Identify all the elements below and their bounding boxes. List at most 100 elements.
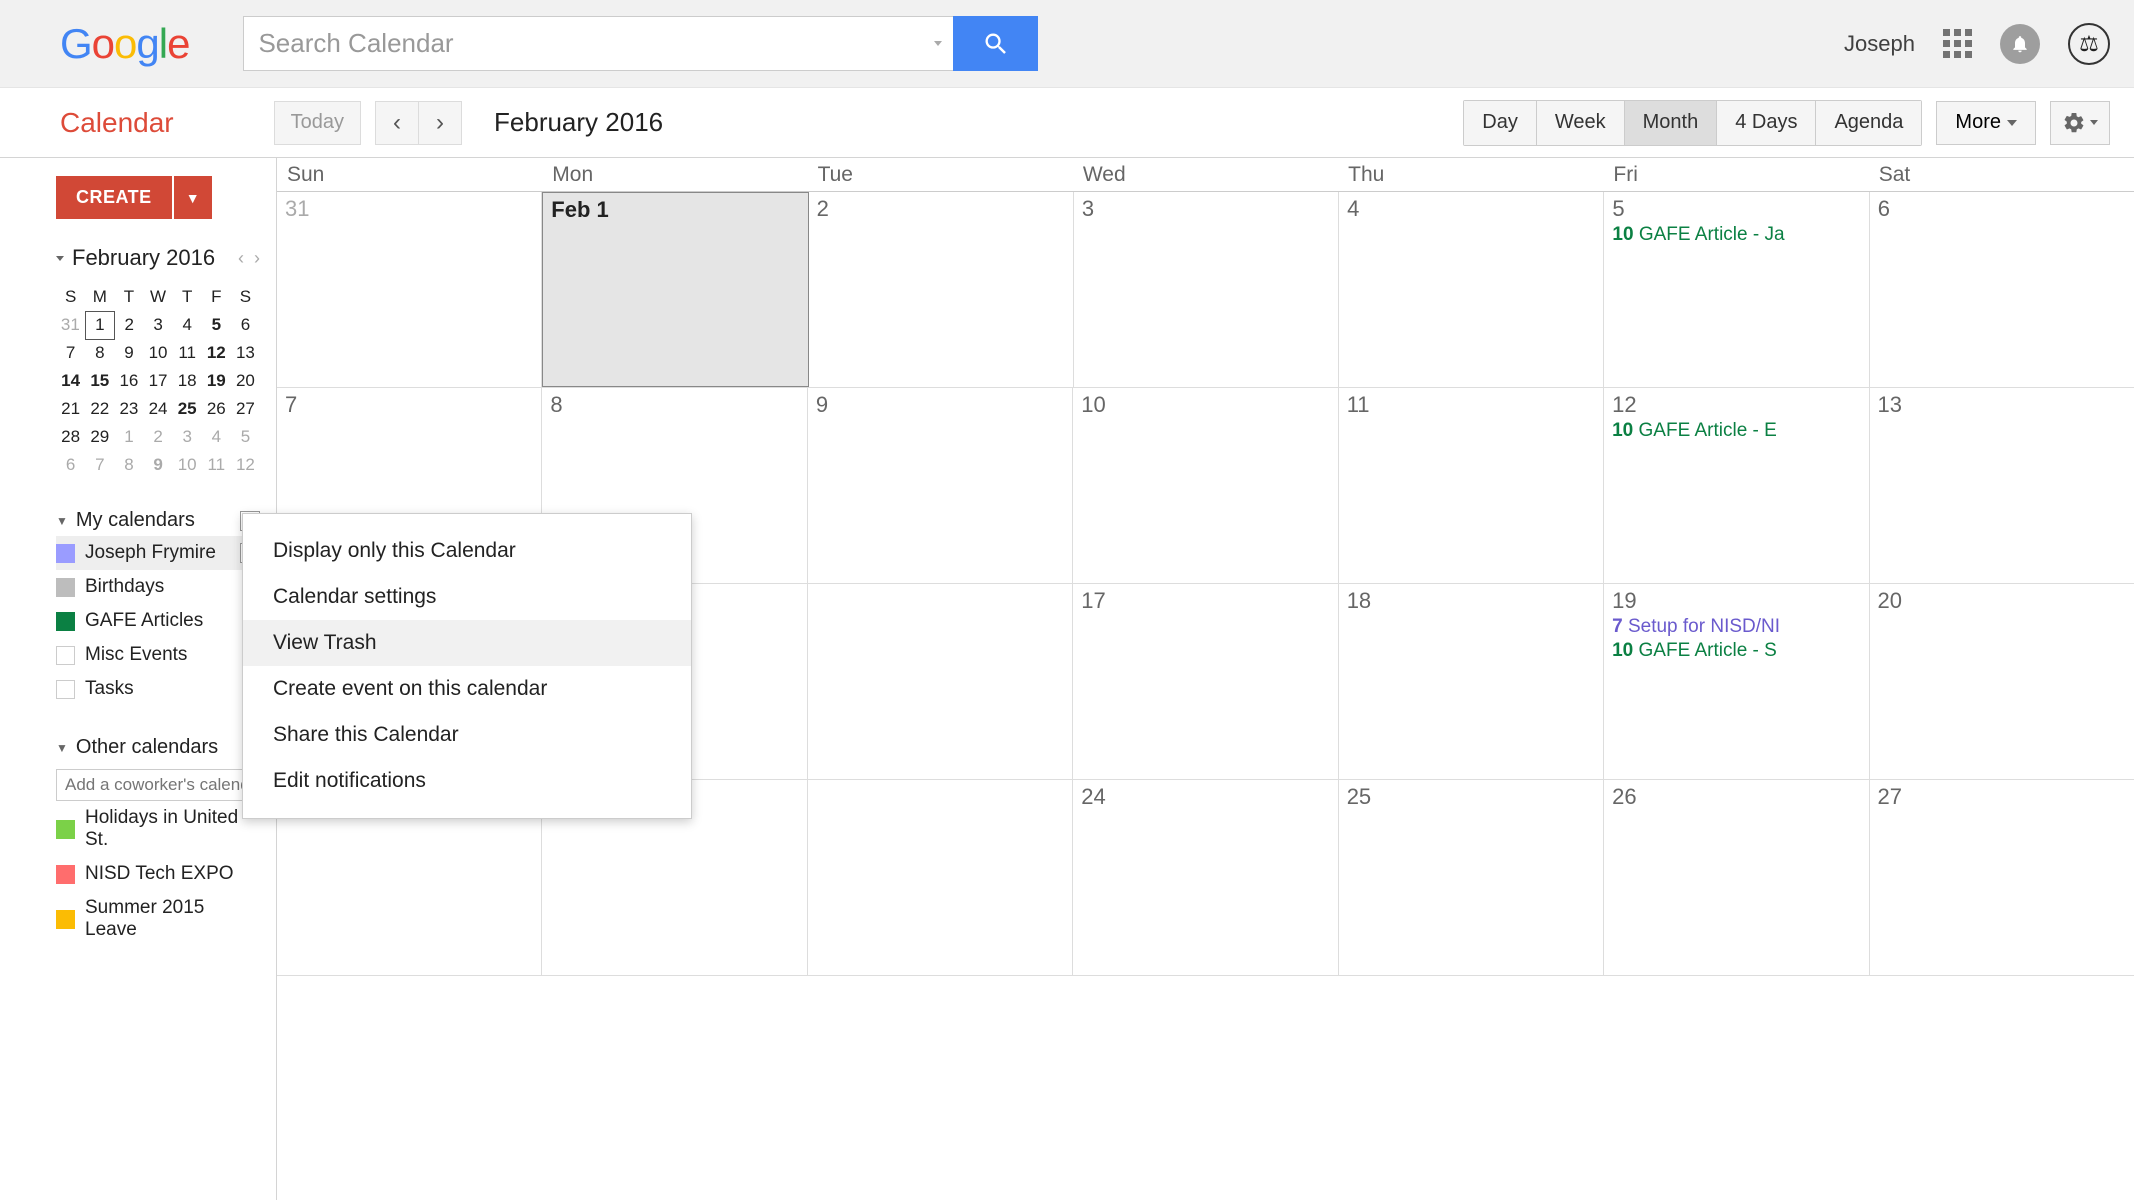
mini-day[interactable]: 24 [143, 395, 172, 423]
calendar-event[interactable]: 10 GAFE Article - E [1612, 420, 1860, 442]
mini-day[interactable]: 31 [56, 311, 85, 339]
view-day[interactable]: Day [1464, 101, 1537, 145]
mini-day[interactable]: 20 [231, 367, 260, 395]
mini-day[interactable]: 9 [114, 339, 143, 367]
day-cell[interactable]: 11 [1339, 388, 1604, 583]
mini-day[interactable]: 27 [231, 395, 260, 423]
mini-day[interactable]: 17 [143, 367, 172, 395]
my-calendars-header[interactable]: ▼ My calendars ▼ [56, 505, 260, 536]
day-cell[interactable]: 4 [1339, 192, 1604, 387]
mini-day[interactable]: 19 [202, 367, 231, 395]
other-calendars-header[interactable]: ▼ Other calendars [56, 732, 260, 763]
mini-day[interactable]: 10 [173, 451, 202, 479]
context-menu-item[interactable]: Share this Calendar [243, 712, 691, 758]
mini-day[interactable]: 15 [85, 367, 114, 395]
view-week[interactable]: Week [1537, 101, 1625, 145]
calendar-event[interactable]: 10 GAFE Article - Ja [1612, 224, 1860, 246]
day-cell[interactable]: 20 [1870, 584, 2134, 779]
mini-day[interactable]: 5 [202, 311, 231, 339]
mini-day[interactable]: 1 [85, 311, 114, 339]
view-month[interactable]: Month [1625, 101, 1718, 145]
day-cell[interactable]: 27 [1870, 780, 2134, 975]
day-cell[interactable]: 26 [1604, 780, 1869, 975]
day-cell[interactable]: 3 [1074, 192, 1339, 387]
day-cell[interactable] [808, 780, 1073, 975]
day-cell[interactable]: 13 [1870, 388, 2134, 583]
search-button[interactable] [953, 16, 1038, 71]
mini-day[interactable]: 4 [202, 423, 231, 451]
mini-day[interactable]: 7 [85, 451, 114, 479]
mini-day[interactable]: 22 [85, 395, 114, 423]
mini-day[interactable]: 11 [202, 451, 231, 479]
mini-day[interactable]: 4 [173, 311, 202, 339]
mini-day[interactable]: 12 [202, 339, 231, 367]
mini-day[interactable]: 2 [114, 311, 143, 339]
calendar-item[interactable]: Holidays in United St. [56, 801, 260, 857]
day-cell[interactable]: 2 [809, 192, 1074, 387]
day-cell[interactable]: 31 [277, 192, 542, 387]
day-cell[interactable]: 10 [1073, 388, 1338, 583]
add-coworker-input[interactable] [56, 769, 260, 801]
calendar-item[interactable]: Birthdays [56, 570, 260, 604]
mini-day[interactable]: 10 [143, 339, 172, 367]
day-cell[interactable] [808, 584, 1073, 779]
mini-next-button[interactable]: › [254, 248, 260, 269]
mini-day[interactable]: 1 [114, 423, 143, 451]
search-options-dropdown[interactable] [923, 16, 953, 71]
calendar-item[interactable]: NISD Tech EXPO [56, 857, 260, 891]
context-menu-item[interactable]: Calendar settings [243, 574, 691, 620]
mini-calendar[interactable]: SMTWTFS311234567891011121314151617181920… [56, 283, 260, 479]
day-cell[interactable]: Feb 1 [542, 192, 808, 387]
mini-day[interactable]: 29 [85, 423, 114, 451]
day-cell[interactable]: 197 Setup for NISD/NI10 GAFE Article - S [1604, 584, 1869, 779]
calendar-item[interactable]: Misc Events [56, 638, 260, 672]
day-cell[interactable]: 510 GAFE Article - Ja [1604, 192, 1869, 387]
mini-day[interactable]: 18 [173, 367, 202, 395]
user-name[interactable]: Joseph [1844, 31, 1915, 57]
day-cell[interactable]: 25 [1339, 780, 1604, 975]
avatar[interactable]: ⚖ [2068, 23, 2110, 65]
mini-prev-button[interactable]: ‹ [238, 248, 244, 269]
calendar-item[interactable]: GAFE Articles [56, 604, 260, 638]
context-menu-item[interactable]: Display only this Calendar [243, 528, 691, 574]
day-cell[interactable]: 17 [1073, 584, 1338, 779]
mini-day[interactable]: 13 [231, 339, 260, 367]
context-menu-item[interactable]: Create event on this calendar [243, 666, 691, 712]
today-button[interactable]: Today [274, 101, 361, 145]
calendar-event[interactable]: 10 GAFE Article - S [1612, 640, 1860, 662]
mini-day[interactable]: 3 [143, 311, 172, 339]
settings-button[interactable] [2050, 101, 2110, 145]
create-dropdown[interactable]: ▼ [174, 176, 212, 219]
view-4days[interactable]: 4 Days [1717, 101, 1816, 145]
day-cell[interactable]: 1210 GAFE Article - E [1604, 388, 1869, 583]
mini-day[interactable]: 11 [173, 339, 202, 367]
prev-button[interactable]: ‹ [375, 101, 419, 145]
day-cell[interactable]: 24 [1073, 780, 1338, 975]
mini-day[interactable]: 6 [56, 451, 85, 479]
calendar-item[interactable]: Tasks [56, 672, 260, 706]
mini-day[interactable]: 12 [231, 451, 260, 479]
day-cell[interactable]: 6 [1870, 192, 2134, 387]
day-cell[interactable]: 18 [1339, 584, 1604, 779]
mini-day[interactable]: 28 [56, 423, 85, 451]
create-button[interactable]: CREATE [56, 176, 172, 219]
mini-day[interactable]: 8 [85, 339, 114, 367]
view-agenda[interactable]: Agenda [1816, 101, 1921, 145]
mini-day[interactable]: 8 [114, 451, 143, 479]
day-cell[interactable]: 9 [808, 388, 1073, 583]
mini-day[interactable]: 21 [56, 395, 85, 423]
mini-day[interactable]: 25 [173, 395, 202, 423]
notifications-button[interactable] [2000, 24, 2040, 64]
mini-day[interactable]: 7 [56, 339, 85, 367]
search-input[interactable] [243, 16, 923, 71]
mini-day[interactable]: 26 [202, 395, 231, 423]
more-button[interactable]: More [1936, 101, 2036, 145]
calendar-item[interactable]: Joseph Frymire▼ [56, 536, 260, 570]
context-menu-item[interactable]: View Trash [243, 620, 691, 666]
mini-day[interactable]: 16 [114, 367, 143, 395]
mini-day[interactable]: 2 [143, 423, 172, 451]
calendar-event[interactable]: 7 Setup for NISD/NI [1612, 616, 1860, 638]
calendar-item[interactable]: Summer 2015 Leave [56, 891, 260, 947]
mini-day[interactable]: 6 [231, 311, 260, 339]
apps-launcher-icon[interactable] [1943, 29, 1972, 58]
